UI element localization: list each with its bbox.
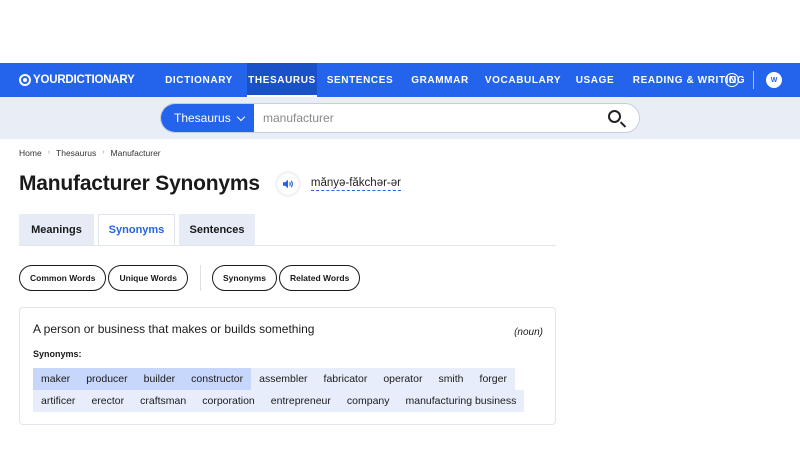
nav-item-grammar[interactable]: GRAMMAR [405,63,475,97]
content-tabs: Meanings Synonyms Sentences [19,214,556,246]
synonym-link[interactable]: maker [33,368,79,390]
wordfinder-badge-icon[interactable]: W [766,72,782,88]
tab-sentences[interactable]: Sentences [179,214,255,245]
search-button[interactable] [593,104,639,132]
title-row: Manufacturer Synonyms mănyə-făkchər-ər [19,171,800,197]
synonym-link[interactable]: producer [78,368,136,390]
breadcrumb-home[interactable]: Home [19,148,42,158]
search-box: Thesaurus [160,103,640,133]
filter-common-words[interactable]: Common Words [19,264,107,291]
synonym-link[interactable]: assembler [251,368,316,390]
chevron-down-icon [236,112,246,121]
synonym-link[interactable]: fabricator [315,368,376,390]
synonym-link[interactable]: corporation [194,390,263,412]
synonym-link[interactable]: company [338,390,398,412]
search-type-select[interactable]: Thesaurus [161,104,254,132]
synonym-link[interactable]: operator [375,368,431,390]
user-circle-icon[interactable] [725,73,739,87]
page-title: Manufacturer Synonyms [19,172,260,195]
synonym-row-2: artificer erector craftsman corporation … [33,390,543,412]
synonym-link[interactable]: forger [471,368,515,390]
speaker-icon [282,179,293,189]
breadcrumb-separator-icon: › [102,149,105,156]
pronunciation-audio-button[interactable] [276,173,299,195]
synonym-link[interactable]: artificer [33,390,84,412]
breadcrumb: Home › Thesaurus › Manufacturer [19,147,800,158]
synonyms-label: Synonyms: [33,349,82,359]
nav-item-vocabulary[interactable]: VOCABULARY [481,63,565,97]
logo-text: YOURDICTIONARY [33,74,135,86]
nav-item-sentences[interactable]: SENTENCES [321,63,399,97]
top-whitespace [0,0,800,63]
breadcrumb-current: Manufacturer [110,147,161,158]
nav-divider [753,71,754,89]
search-band: Thesaurus [0,97,800,139]
synonym-link[interactable]: erector [83,390,133,412]
search-icon [607,109,621,123]
pronunciation-text[interactable]: mănyə-făkchər-ər [310,177,401,191]
synonym-link[interactable]: constructor [183,368,252,390]
part-of-speech: (noun) [514,327,543,338]
breadcrumb-separator-icon: › [47,149,51,156]
sense-definition: A person or business that makes or build… [33,322,315,336]
synonym-link[interactable]: manufacturing business [397,390,525,412]
synonym-link[interactable]: smith [430,368,472,390]
synonym-link[interactable]: craftsman [132,390,195,412]
filter-synonyms[interactable]: Synonyms [211,264,277,291]
filter-related-words[interactable]: Related Words [278,264,361,291]
synonym-row-1: maker producer builder constructor assem… [33,368,543,390]
search-type-label: Thesaurus [174,111,231,125]
filter-unique-words[interactable]: Unique Words [108,264,188,291]
site-logo[interactable]: YOURDICTIONARY [19,74,159,86]
filter-divider [199,264,201,291]
filter-pills: Common Words Unique Words Synonyms Relat… [19,264,800,291]
nav-item-thesaurus[interactable]: THESAURUS [247,63,317,97]
search-input[interactable] [254,104,593,132]
nav-item-usage[interactable]: USAGE [570,63,620,97]
sense-card: A person or business that makes or build… [19,307,556,425]
main-navbar: YOURDICTIONARY DICTIONARY THESAURUS SENT… [0,63,800,97]
tab-meanings[interactable]: Meanings [19,214,94,245]
nav-item-dictionary[interactable]: DICTIONARY [159,63,239,97]
synonym-link[interactable]: entrepreneur [262,390,339,412]
logo-icon [19,74,31,86]
breadcrumb-thesaurus[interactable]: Thesaurus [56,148,96,158]
synonym-link[interactable]: builder [135,368,184,390]
tab-synonyms[interactable]: Synonyms [98,214,175,245]
